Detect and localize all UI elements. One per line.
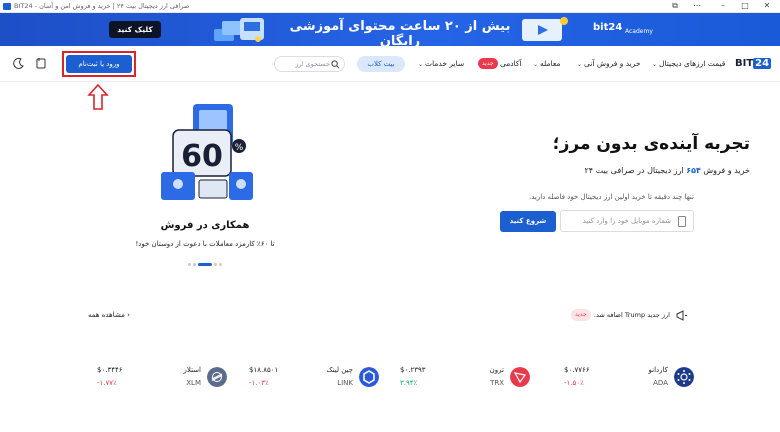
search-placeholder: جستجوی ارز bbox=[295, 60, 330, 68]
carousel-dot[interactable] bbox=[188, 263, 191, 266]
stellar-icon bbox=[207, 367, 227, 387]
banner-video-illustration bbox=[522, 17, 568, 41]
phone-number-input[interactable]: شماره موبایل خود را وارد کنید bbox=[560, 210, 694, 232]
window-title: صرافی ارز دیجیتال بیت ۲۴ | خرید و فروش ا… bbox=[14, 2, 190, 10]
promo-banner[interactable]: کلیک کنید بیش از ۲۰ ساعت محتوای آموزشی ر… bbox=[0, 13, 780, 46]
nav-other-services-label: سایر خدمات bbox=[425, 59, 465, 68]
nav-other-services[interactable]: سایر خدمات⌄ bbox=[418, 59, 464, 68]
carousel-dot[interactable] bbox=[193, 263, 196, 266]
login-signup-button[interactable]: ورود یا ثبت‌نام bbox=[66, 55, 132, 73]
search-input[interactable]: جستجوی ارز bbox=[274, 56, 345, 72]
chevron-left-icon: ‹ bbox=[127, 311, 130, 319]
nav-crypto-prices[interactable]: قیمت ارزهای دیجیتال⌄ bbox=[652, 59, 725, 68]
logo-text: BIT bbox=[735, 58, 754, 69]
extensions-icon[interactable]: ⧉ bbox=[668, 1, 682, 11]
chevron-down-icon: ⌄ bbox=[577, 61, 583, 68]
academy-brand: bit24 Academy bbox=[593, 20, 663, 40]
window-titlebar: صرافی ارز دیجیتال بیت ۲۴ | خرید و فروش ا… bbox=[0, 0, 780, 13]
phone-placeholder: شماره موبایل خود را وارد کنید bbox=[582, 217, 671, 225]
cardano-icon bbox=[674, 367, 694, 387]
coin-name: کاردانو bbox=[648, 366, 668, 374]
academy-brand-sub: Academy bbox=[625, 28, 653, 35]
academy-brand-name: bit24 bbox=[593, 22, 623, 33]
news-bar: ارز جدید Trump اضافه شد. جدید ‹ مشاهده ه… bbox=[0, 296, 780, 338]
hero-title: تجربه آینده‌ی بدون مرز؛ bbox=[552, 134, 750, 154]
window-menu-icon[interactable]: ⋯ bbox=[690, 1, 704, 10]
site-favicon-icon bbox=[3, 3, 11, 10]
nav-instant-trade-label: خرید و فروش آنی bbox=[584, 59, 641, 68]
bit-club-button[interactable]: بیت کلاب bbox=[357, 56, 405, 72]
hero-subtitle-pre: خرید و فروش bbox=[703, 166, 750, 175]
carousel-dot[interactable] bbox=[214, 263, 217, 266]
carousel-dot[interactable] bbox=[219, 263, 222, 266]
tron-icon bbox=[510, 367, 530, 387]
promo-title: همکاری در فروش bbox=[160, 220, 250, 231]
logo-number: 24 bbox=[753, 58, 772, 69]
coin-price: $۰.۲۳۹۳ bbox=[400, 366, 426, 374]
megaphone-icon bbox=[676, 310, 687, 321]
maximize-icon[interactable]: □ bbox=[738, 1, 752, 10]
nav-instant-trade[interactable]: خرید و فروش آنی⌄ bbox=[577, 59, 641, 68]
hero-subtitle-post: ارز دیجیتال در صرافی بیت ۲۴ bbox=[584, 166, 684, 175]
nav-academy[interactable]: آکادمی bbox=[500, 59, 522, 68]
promo-subtitle: تا ۶۰٪ کارمزد معاملات با دعوت از دوستان … bbox=[135, 240, 275, 248]
nav-crypto-prices-label: قیمت ارزهای دیجیتال bbox=[659, 59, 726, 68]
search-icon bbox=[331, 60, 340, 69]
chevron-down-icon: ⌄ bbox=[418, 61, 424, 68]
coin-name: استلار bbox=[183, 366, 201, 374]
banner-cta-button[interactable]: کلیک کنید bbox=[109, 21, 161, 38]
mobile-phone-icon bbox=[678, 216, 686, 227]
news-new-badge: جدید bbox=[571, 309, 591, 321]
ticker-link[interactable]: چین لینک LINK $۱۸.۸۵۰۱ -۱.۰۳٪ bbox=[249, 364, 379, 394]
banner-books-illustration bbox=[214, 18, 264, 42]
start-button[interactable]: شروع کنید bbox=[500, 211, 556, 232]
nav-trade[interactable]: معامله⌄ bbox=[533, 59, 560, 68]
coin-name: ترون bbox=[489, 366, 504, 374]
referral-illustration: 60 % bbox=[161, 104, 253, 200]
hero-hint: تنها چند دقیقه تا خرید اولین ارز دیجیتال… bbox=[528, 193, 694, 201]
carousel-dots bbox=[188, 262, 228, 266]
hero-subtitle: خرید و فروش ۶۵۴ ارز دیجیتال در صرافی بیت… bbox=[470, 166, 751, 175]
coin-change: -۱.۵۰٪ bbox=[564, 379, 584, 387]
view-all-link[interactable]: ‹ مشاهده همه bbox=[88, 311, 130, 319]
nav-academy-label: آکادمی bbox=[500, 59, 522, 68]
ticker-trx[interactable]: ترون TRX $۰.۲۳۹۳ ۳.۹۴٪ bbox=[400, 364, 530, 394]
coin-symbol: XLM bbox=[186, 379, 201, 387]
minimize-icon[interactable]: – bbox=[716, 1, 730, 10]
site-logo[interactable]: BIT 24 bbox=[735, 58, 772, 70]
svg-text:%: % bbox=[235, 143, 244, 153]
close-icon[interactable]: ✕ bbox=[760, 1, 774, 10]
hero-coin-count: ۶۵۴ bbox=[686, 166, 701, 175]
ticker-ada[interactable]: کاردانو ADA $۰.۷۷۶۶ -۱.۵۰٪ bbox=[564, 364, 694, 394]
arrow-up-annotation-icon bbox=[87, 83, 109, 110]
coin-change: ۳.۹۴٪ bbox=[400, 379, 418, 387]
nav-trade-label: معامله bbox=[540, 59, 561, 68]
coin-change: -۱.۰۳٪ bbox=[249, 379, 269, 387]
coin-price: $۱۸.۸۵۰۱ bbox=[249, 366, 279, 374]
ticker-xlm[interactable]: استلار XLM $۰.۳۴۴۶ -۱.۷۷٪ bbox=[97, 364, 227, 394]
coin-price: $۰.۳۴۴۶ bbox=[97, 366, 123, 374]
chevron-down-icon: ⌄ bbox=[652, 61, 658, 68]
view-all-label: مشاهده همه bbox=[88, 311, 125, 319]
svg-text:60: 60 bbox=[181, 139, 223, 174]
carousel-dot-active[interactable] bbox=[198, 263, 212, 266]
news-text[interactable]: ارز جدید Trump اضافه شد. bbox=[580, 311, 670, 319]
coin-price: $۰.۷۷۶۶ bbox=[564, 366, 590, 374]
chainlink-icon bbox=[359, 367, 379, 387]
coin-symbol: LINK bbox=[337, 379, 353, 387]
coin-name: چین لینک bbox=[326, 366, 353, 374]
wallet-icon[interactable] bbox=[35, 57, 47, 69]
academy-new-badge: جدید bbox=[478, 58, 498, 69]
coin-symbol: ADA bbox=[653, 379, 668, 387]
chevron-down-icon: ⌄ bbox=[533, 61, 539, 68]
coin-symbol: TRX bbox=[490, 379, 504, 387]
banner-headline: بیش از ۲۰ ساعت محتوای آموزشی رایگان bbox=[289, 19, 511, 46]
moon-icon[interactable] bbox=[13, 57, 25, 69]
coin-change: -۱.۷۷٪ bbox=[97, 379, 117, 387]
